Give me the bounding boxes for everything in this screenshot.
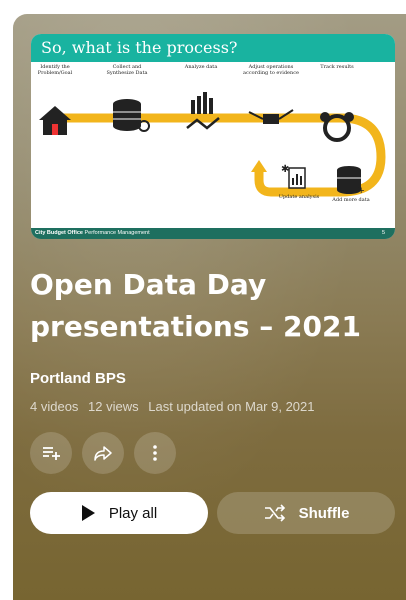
step-label: Collect and Synthesize Data (106, 64, 148, 76)
step-label: Update analysis (278, 194, 320, 200)
view-count: 12 views (88, 399, 139, 414)
play-all-label: Play all (108, 504, 158, 522)
channel-name[interactable]: Portland BPS (30, 370, 126, 387)
playlist-thumbnail[interactable]: So, what is the process? ✱ + Identify th… (31, 34, 395, 239)
playlist-header-card: So, what is the process? ✱ + Identify th… (13, 14, 406, 600)
footer-team: Performance Management (84, 230, 150, 236)
update-analysis-icon: ✱ (281, 164, 306, 189)
shuffle-button[interactable]: Shuffle (217, 492, 395, 534)
footer-org: City Budget Office (35, 230, 83, 236)
last-updated: Last updated on Mar 9, 2021 (148, 399, 315, 414)
save-to-playlist-icon (43, 447, 60, 460)
process-diagram: ✱ + Identify the Problem/Goal Collect an… (31, 62, 395, 228)
analysis-chart-icon (186, 92, 220, 130)
step-label: Adjust operations according to evidence (243, 64, 299, 76)
save-to-playlist-button[interactable] (30, 432, 72, 474)
process-flow-graphic: ✱ + (39, 92, 386, 197)
step-label: Track results (320, 64, 354, 70)
shuffle-icon (264, 504, 285, 522)
slide-footer: City Budget Office Performance Managemen… (31, 228, 395, 239)
playlist-title: Open Data Day presentations – 2021 (30, 268, 361, 343)
track-results-icon (320, 112, 354, 142)
step-label: Analyze data (184, 64, 218, 70)
share-button[interactable] (82, 432, 124, 474)
slide-number: 5 (381, 230, 385, 236)
svg-text:✱: ✱ (281, 164, 289, 175)
play-icon (81, 505, 95, 521)
step-label: Identify the Problem/Goal (37, 64, 73, 76)
more-options-icon (153, 445, 157, 461)
play-all-button[interactable]: Play all (30, 492, 208, 534)
add-data-icon: + (337, 166, 364, 197)
step-label: Add more data (332, 197, 370, 203)
svg-text:+: + (358, 185, 364, 197)
playlist-meta: 4 videos 12 views Last updated on Mar 9,… (30, 399, 320, 414)
shuffle-label: Shuffle (298, 504, 350, 522)
share-icon (94, 446, 112, 461)
video-count: 4 videos (30, 399, 79, 414)
house-icon (39, 106, 71, 135)
slide-heading: So, what is the process? (31, 34, 395, 62)
more-options-button[interactable] (134, 432, 176, 474)
